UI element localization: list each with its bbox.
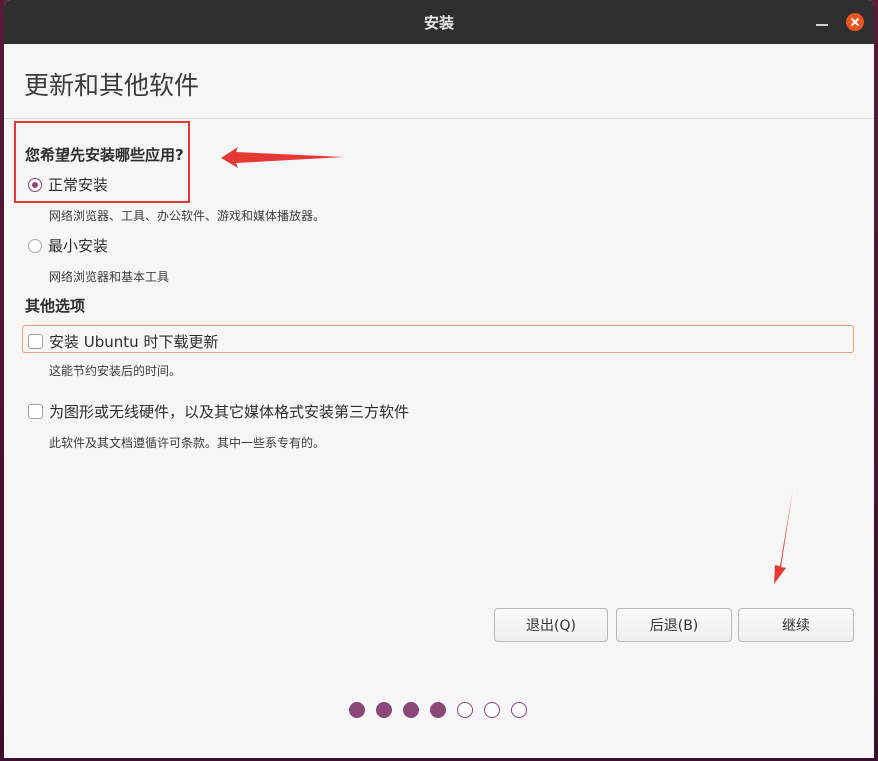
title-bar[interactable]: 安装 xyxy=(4,0,874,44)
checkbox-icon[interactable] xyxy=(28,404,43,419)
normal-install-radio[interactable]: 正常安装 xyxy=(28,174,108,195)
progress-dot xyxy=(511,702,527,718)
radio-unselected-icon[interactable] xyxy=(28,238,42,253)
back-button[interactable]: 后退(B) xyxy=(616,608,732,642)
minimal-install-description: 网络浏览器和基本工具 xyxy=(49,270,170,284)
progress-dot xyxy=(484,702,500,718)
radio-selected-icon[interactable] xyxy=(28,177,42,192)
third-party-software-description: 此软件及其文档遵循许可条款。其中一些系专有的。 xyxy=(49,436,326,450)
download-updates-checkbox[interactable]: 安装 Ubuntu 时下载更新 xyxy=(28,331,218,352)
page-title: 更新和其他软件 xyxy=(24,71,200,100)
quit-button[interactable]: 退出(Q) xyxy=(494,608,608,642)
download-updates-description: 这能节约安装后的时间。 xyxy=(49,364,182,378)
checkbox-icon[interactable] xyxy=(28,334,43,349)
progress-dot xyxy=(403,702,419,718)
close-icon[interactable] xyxy=(846,13,864,31)
progress-dot xyxy=(349,702,365,718)
minimal-install-label: 最小安装 xyxy=(48,237,109,255)
apps-question: 您希望先安装哪些应用? xyxy=(25,146,184,164)
minimize-icon[interactable] xyxy=(814,16,830,30)
normal-install-label: 正常安装 xyxy=(48,176,109,194)
minimal-install-radio[interactable]: 最小安装 xyxy=(28,235,108,256)
third-party-software-label: 为图形或无线硬件，以及其它媒体格式安装第三方软件 xyxy=(49,403,410,421)
third-party-software-checkbox[interactable]: 为图形或无线硬件，以及其它媒体格式安装第三方软件 xyxy=(28,401,409,422)
progress-dots xyxy=(349,702,527,718)
download-updates-label: 安装 Ubuntu 时下载更新 xyxy=(49,333,219,351)
progress-dot xyxy=(430,702,446,718)
progress-dot xyxy=(457,702,473,718)
normal-install-description: 网络浏览器、工具、办公软件、游戏和媒体播放器。 xyxy=(49,209,326,223)
progress-dot xyxy=(376,702,392,718)
window-title: 安装 xyxy=(423,14,454,32)
other-options-heading: 其他选项 xyxy=(25,297,86,315)
installer-window: 安装 更新和其他软件 您希望先安装哪些应用? 正常安装 网络浏览器、工具、办公软… xyxy=(4,0,874,758)
continue-button[interactable]: 继续 xyxy=(738,608,854,642)
header-divider xyxy=(4,118,874,119)
